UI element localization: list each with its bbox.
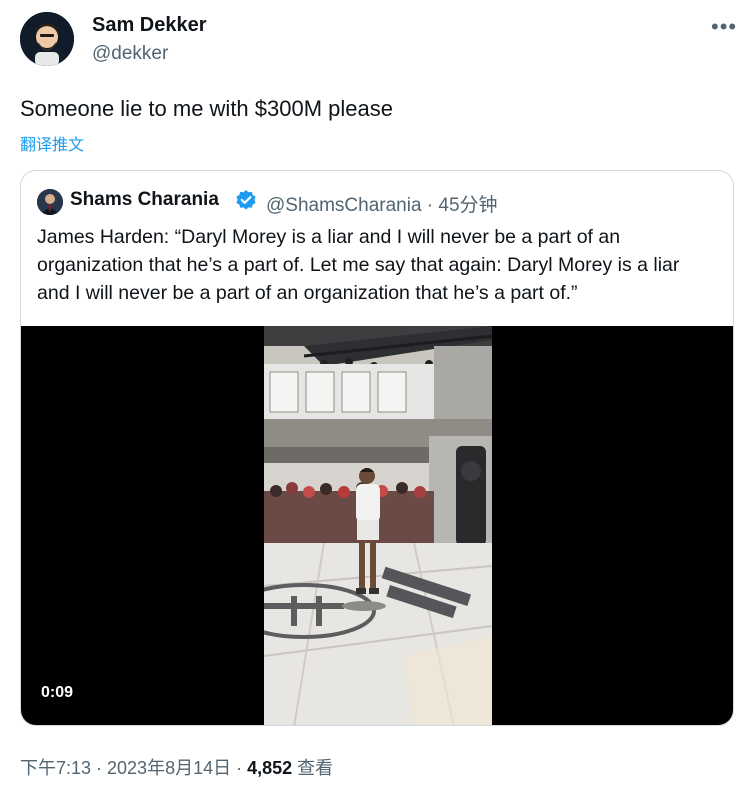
author-avatar[interactable] [20,12,74,66]
translate-link[interactable]: 翻译推文 [20,131,84,155]
quote-author-name[interactable]: Shams Charania [70,189,219,211]
views-label-text: 查看 [297,758,334,778]
author-name[interactable]: Sam Dekker [92,14,207,37]
author-handle[interactable]: @dekker [92,43,168,65]
quote-text: James Harden: “Daryl Morey is a liar and… [37,226,680,304]
quote-meta[interactable]: @ShamsCharania · 45分钟 [266,190,498,217]
video-player[interactable]: 0:09 [21,326,733,725]
verified-badge-icon [236,190,256,210]
video-duration: 0:09 [41,684,74,701]
quoted-tweet[interactable]: Shams Charania @ShamsCharania · 45分钟 Jam… [20,170,734,726]
quote-author-avatar[interactable] [37,189,63,215]
video-frame [264,326,492,725]
more-dots-icon[interactable]: ••• [711,14,737,40]
timestamp[interactable]: 下午7:13 · 2023年8月14日 · [20,758,247,778]
tweet-footer: 下午7:13 · 2023年8月14日 · 4,852 查看 [20,754,333,780]
view-count: 4,852 [247,758,293,778]
tweet-text: Someone lie to me with $300M please [20,96,393,121]
